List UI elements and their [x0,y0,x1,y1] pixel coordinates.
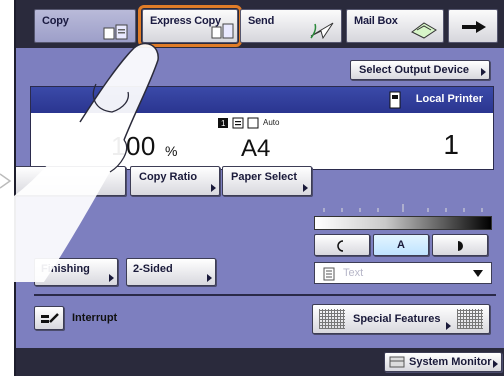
finishing-label: Finishing [41,263,90,275]
arrow-right-icon [462,21,486,33]
express-copy-icon [211,23,234,39]
document-icon [323,267,335,281]
interrupt-label: Interrupt [72,312,118,324]
paper-select-label: Paper Select [231,171,298,183]
paper-select-button[interactable]: Paper Select [222,166,312,196]
texture-icon [457,309,483,329]
triangle-icon [211,184,216,192]
triangle-icon [481,68,486,76]
tab-bar: Copy Express Copy Send Mail Box [16,0,504,48]
light-half-moon-icon [337,240,344,252]
density-lighter-button[interactable] [314,234,370,256]
tab-send-label: Send [248,15,275,27]
density-auto-label: A [397,239,405,251]
triangle-icon [446,322,451,330]
two-sided-label: 2-Sided [133,263,173,275]
original-type-value: Text [343,267,364,279]
finishing-button[interactable]: Finishing [34,258,118,286]
status-header: Local Printer [31,87,493,113]
tab-express-copy[interactable]: Express Copy [138,5,242,47]
system-monitor-label: System Monitor [409,356,492,368]
special-features-button[interactable]: Special Features [312,304,490,334]
tab-mail-box[interactable]: Mail Box [346,9,444,43]
tab-copy-label: Copy [42,15,69,27]
send-icon [310,22,334,40]
copy-ratio-label: Copy Ratio [139,171,198,183]
triangle-icon [303,184,308,192]
paper-mode-label: Auto [263,118,280,127]
svg-text:1: 1 [221,119,226,128]
paper-size-icon: 1 [218,117,259,129]
triangle-icon [109,274,114,282]
interrupt-icon [41,313,59,323]
interrupt-button[interactable] [34,306,64,330]
tab-send[interactable]: Send [240,9,342,43]
local-printer-label: Local Printer [415,93,483,105]
texture-icon [319,309,345,329]
paper-size-value: A4 [241,135,271,162]
original-type-select[interactable]: Text [314,262,492,284]
copy-ratio-unit: % [165,143,178,159]
copy-ratio-value: 100 [111,131,156,161]
triangle-icon [207,274,212,282]
density-gradient-bar [314,216,492,230]
monitor-icon [389,356,405,368]
status-panel: Local Printer 100 % 1 Auto A4 1 [30,86,494,170]
side-arrow-icon [0,173,12,189]
tab-mail-box-label: Mail Box [354,15,398,27]
mailbox-icon [411,22,437,39]
triangle-icon [493,360,498,368]
divider [34,294,496,296]
density-darker-button[interactable] [432,234,488,256]
select-output-device-label: Select Output Device [359,64,470,76]
density-auto-button[interactable]: A [373,234,429,256]
tab-copy[interactable]: Copy [34,9,136,43]
copier-screen: Copy Express Copy Send Mail Box Select O… [14,0,504,376]
copy-count-value: 1 [443,129,459,160]
dark-half-moon-icon [458,241,463,251]
tab-next[interactable] [448,9,498,43]
special-features-label: Special Features [353,313,441,325]
printer-icon [389,91,401,109]
copy-ratio-button[interactable]: Copy Ratio [130,166,220,196]
copy-ratio-preset-button[interactable] [16,166,126,196]
chevron-down-icon [473,270,483,277]
copy-icon [103,24,128,40]
system-monitor-button[interactable]: System Monitor [384,352,502,372]
two-sided-button[interactable]: 2-Sided [126,258,216,286]
select-output-device-button[interactable]: Select Output Device [350,60,490,80]
